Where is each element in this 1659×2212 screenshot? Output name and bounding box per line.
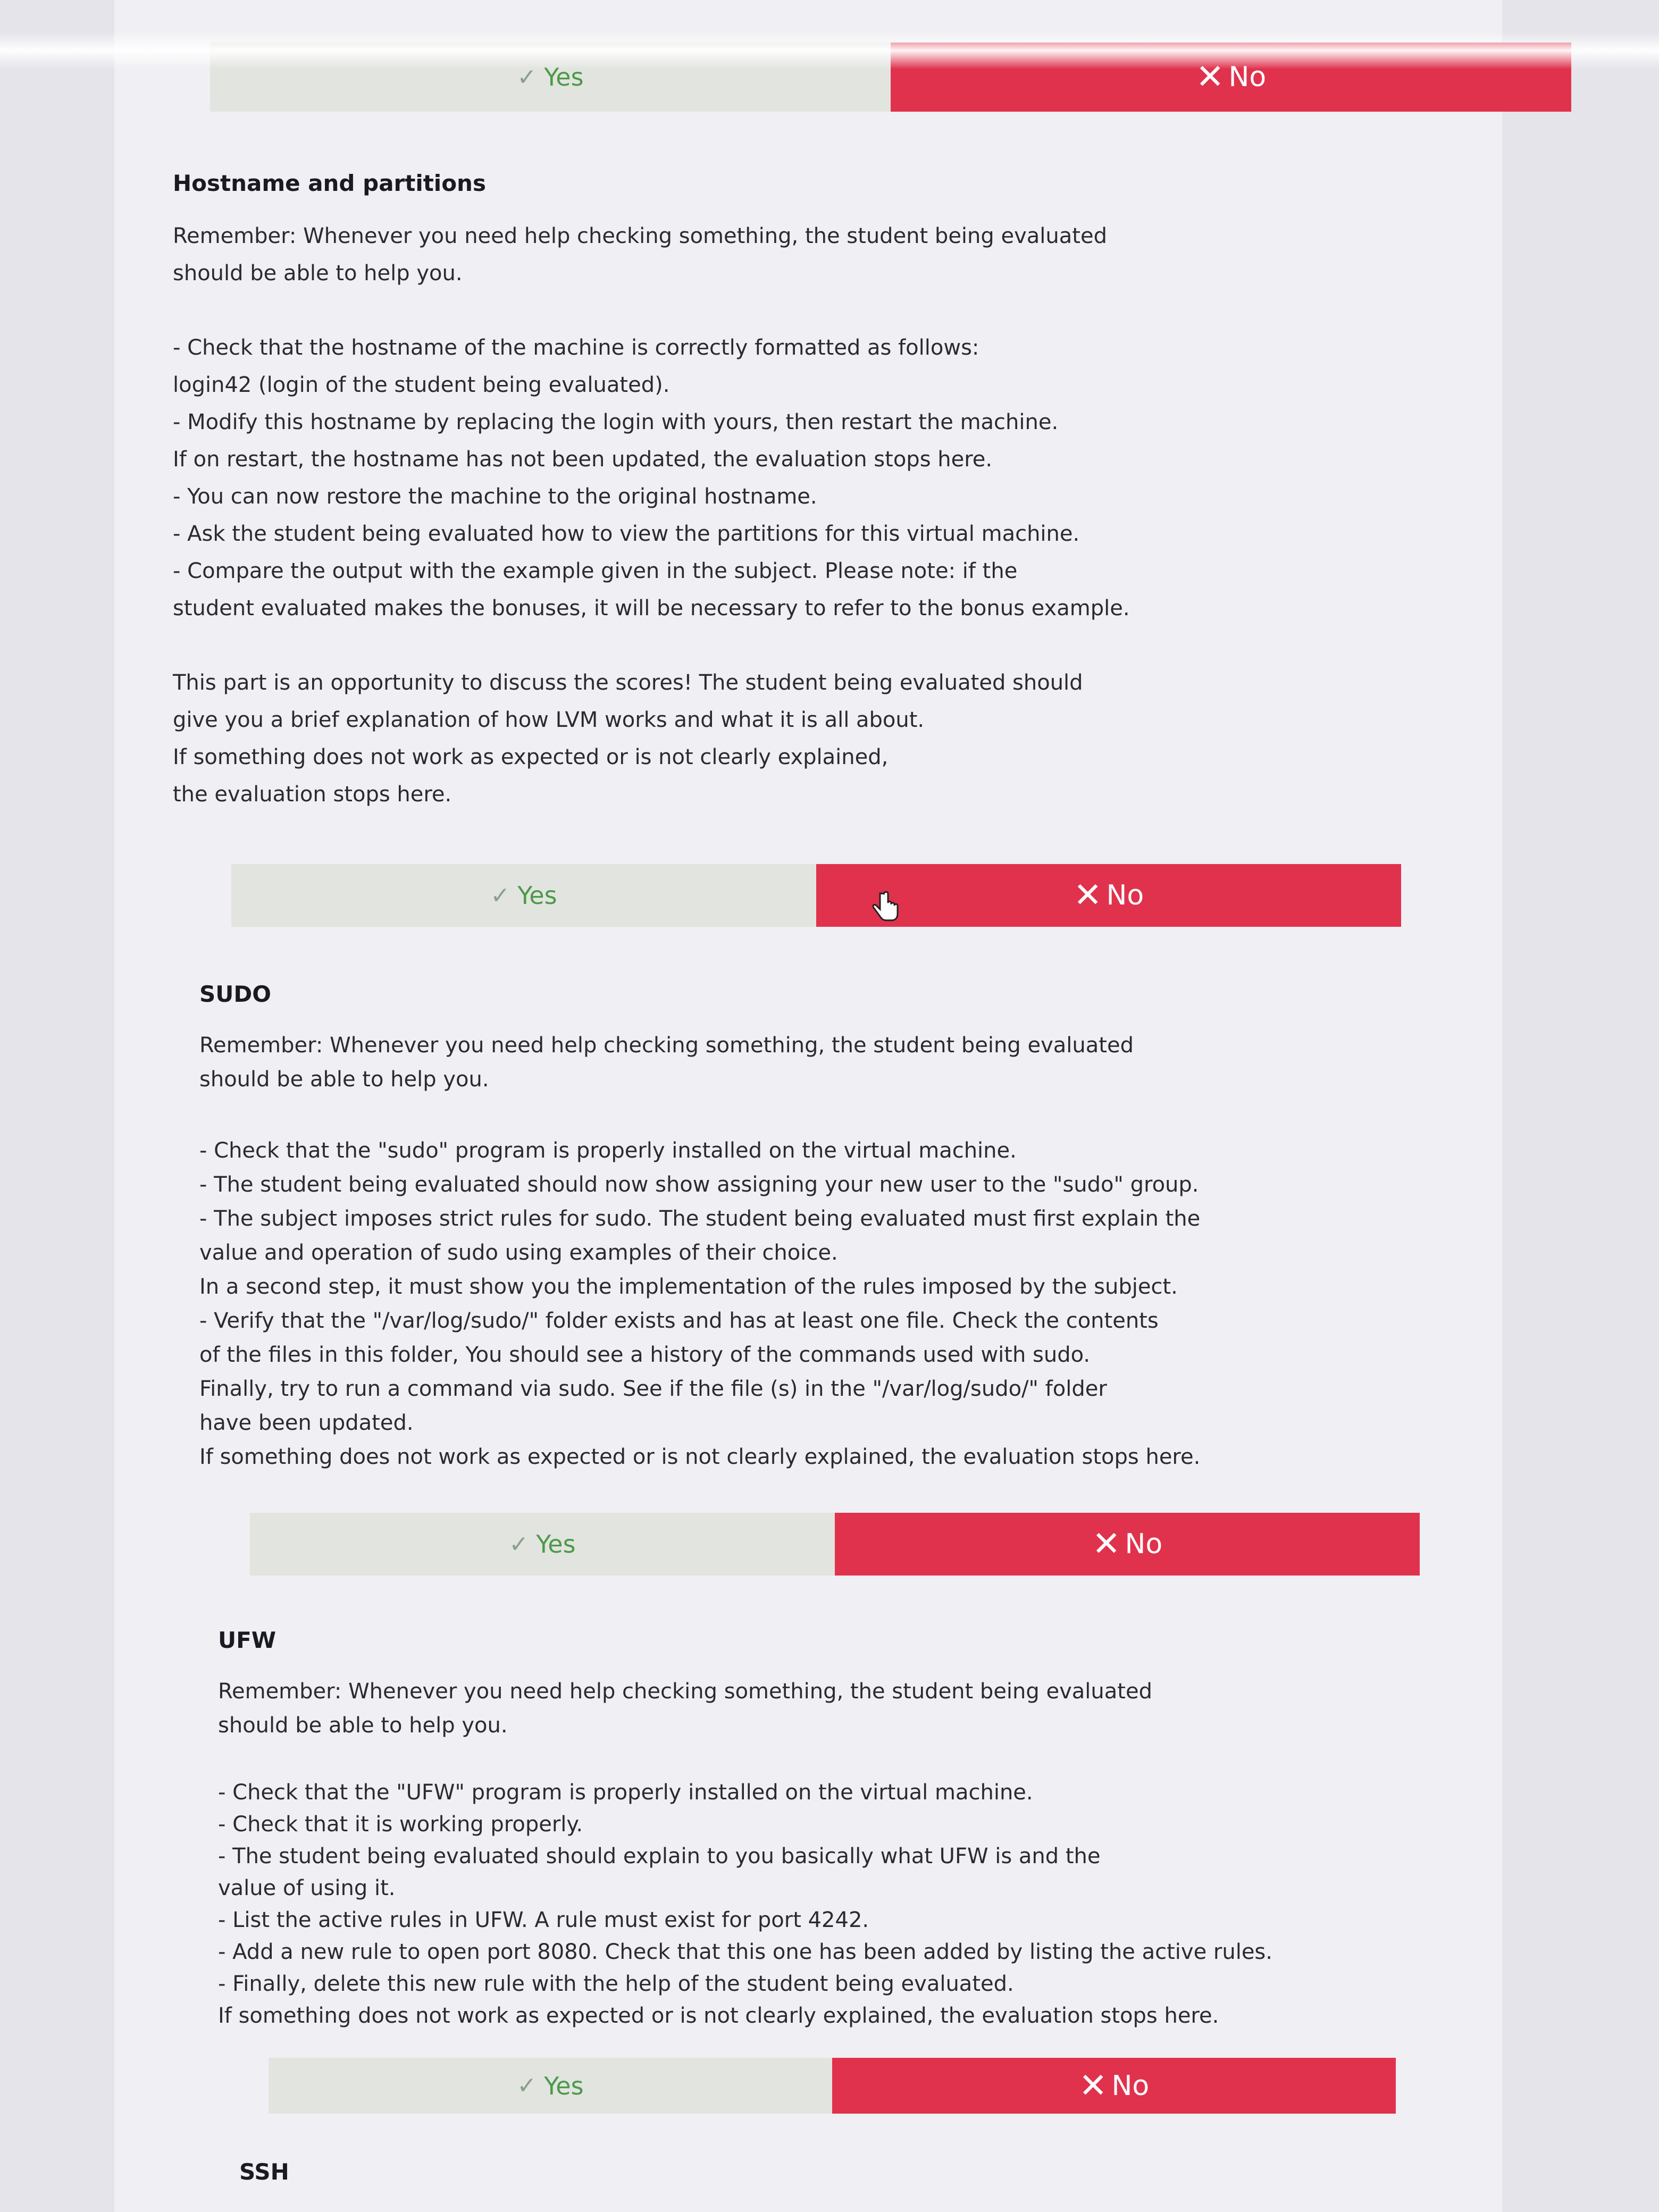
yes-button[interactable]: ✓ Yes <box>250 1513 835 1576</box>
vote-row-sudo: ✓ Yes ✕ No <box>250 1513 1420 1576</box>
no-label: No <box>1125 1528 1163 1560</box>
section-reminder: Remember: Whenever you need help checkin… <box>218 1679 1152 1738</box>
section-hostname: Hostname and partitions Remember: Whenev… <box>173 170 1343 813</box>
section-instructions: - Check that the "sudo" program is prope… <box>199 1138 1201 1469</box>
section-title: SUDO <box>199 981 271 1007</box>
section-title: SSH <box>239 2159 289 2185</box>
no-label: No <box>1111 2069 1150 2102</box>
check-icon: ✓ <box>517 63 537 91</box>
check-icon: ✓ <box>490 882 510 909</box>
no-label: No <box>1106 879 1144 911</box>
section-reminder: Remember: Whenever you need help checkin… <box>173 224 1107 286</box>
evaluation-page: ✓ Yes ✕ No Hostname and partitions Remem… <box>114 0 1571 2212</box>
yes-label: Yes <box>544 2071 584 2100</box>
section-title: Hostname and partitions <box>173 170 486 196</box>
close-icon: ✕ <box>1073 876 1102 915</box>
section-ssh: SSH <box>239 2159 1303 2206</box>
yes-button[interactable]: ✓ Yes <box>231 864 816 927</box>
section-discussion: This part is an opportunity to discuss t… <box>173 671 1083 807</box>
yes-label: Yes <box>544 63 584 91</box>
close-icon: ✕ <box>1195 57 1225 97</box>
yes-label: Yes <box>536 1530 576 1559</box>
vote-row-previous: ✓ Yes ✕ No <box>210 43 1571 112</box>
yes-label: Yes <box>517 881 557 910</box>
yes-button[interactable]: ✓ Yes <box>269 2058 832 2114</box>
close-icon: ✕ <box>1078 2066 1108 2106</box>
hand-cursor-icon <box>872 891 899 921</box>
check-icon: ✓ <box>509 1530 529 1558</box>
section-reminder: Remember: Whenever you need help checkin… <box>199 1033 1134 1092</box>
close-icon: ✕ <box>1092 1524 1121 1564</box>
vote-row-ufw: ✓ Yes ✕ No <box>269 2058 1396 2114</box>
section-title: UFW <box>218 1627 276 1653</box>
section-instructions: - Check that the "UFW" program is proper… <box>218 1780 1272 2028</box>
check-icon: ✓ <box>517 2072 537 2099</box>
section-sudo: SUDO Remember: Whenever you need help ch… <box>199 981 1369 1474</box>
no-button[interactable]: ✕ No <box>816 864 1401 927</box>
no-label: No <box>1228 61 1267 93</box>
section-instructions: - Check that the hostname of the machine… <box>173 336 1130 621</box>
no-button[interactable]: ✕ No <box>835 1513 1420 1576</box>
no-button[interactable]: ✕ No <box>832 2058 1396 2114</box>
vote-row-hostname: ✓ Yes ✕ No <box>231 864 1401 927</box>
yes-button[interactable]: ✓ Yes <box>210 43 891 112</box>
section-ufw: UFW Remember: Whenever you need help che… <box>218 1627 1388 2032</box>
no-button[interactable]: ✕ No <box>891 43 1571 112</box>
